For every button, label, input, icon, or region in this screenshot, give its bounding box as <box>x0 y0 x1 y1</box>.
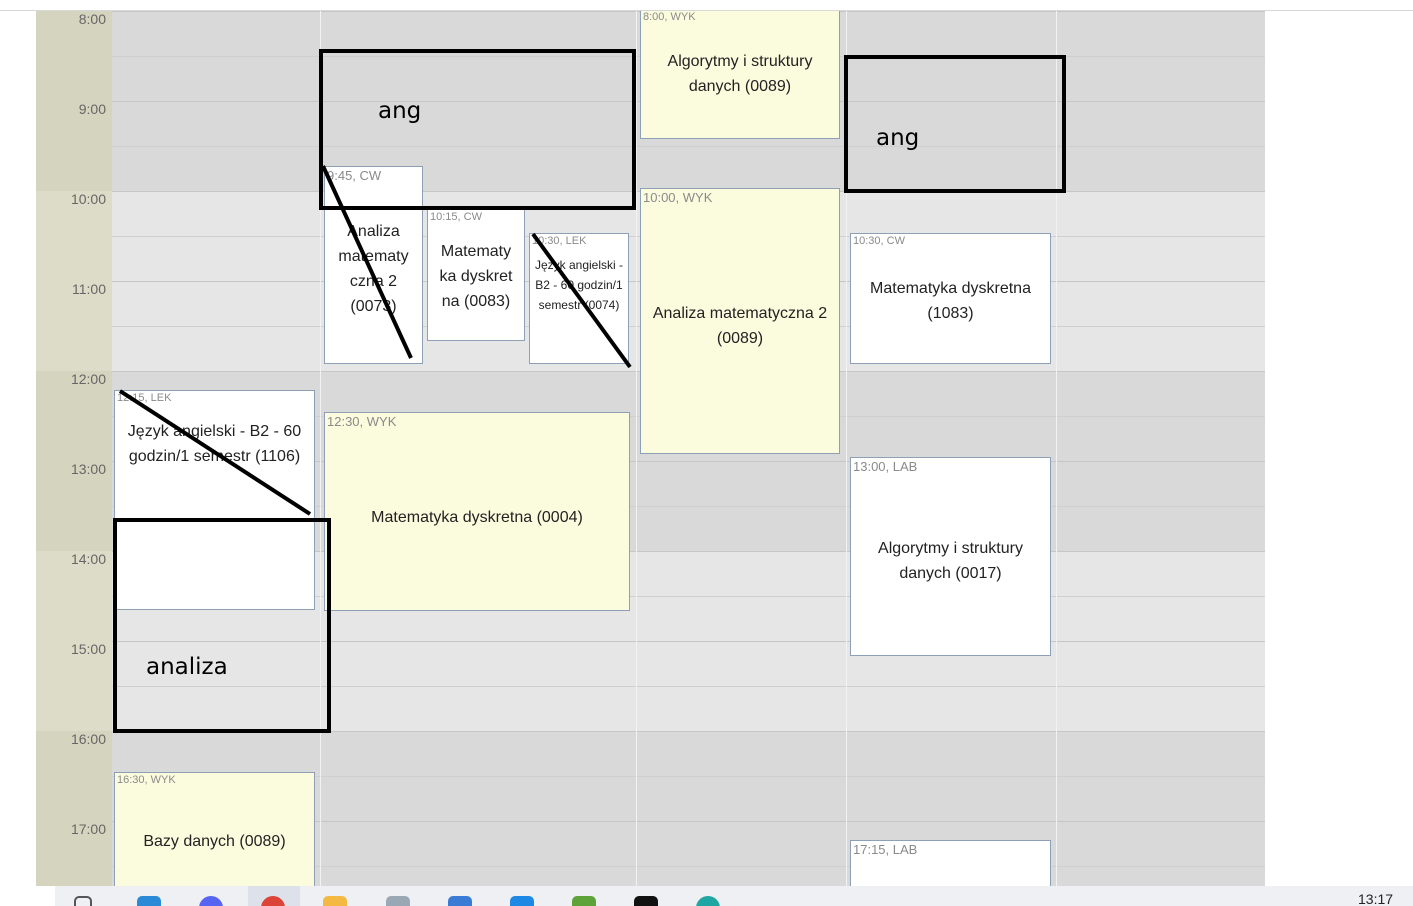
event-time: 10:15, CW <box>430 211 482 223</box>
event-title: Język angielski - B2 - 60 godzin/1 semes… <box>534 258 624 312</box>
day-separator <box>636 11 637 886</box>
event-title: Algorytmy i struktury danych (0089) <box>667 53 813 95</box>
event-matematyka-cw[interactable]: 10:15, CW Matematy ka dyskret na (0083) <box>427 209 525 341</box>
event-time: 10:30, LEK <box>532 235 587 247</box>
event-analiza-cw[interactable]: 9:45, CW Analiza matematy czna 2 (0073) <box>324 166 423 364</box>
edge-icon[interactable] <box>696 896 720 906</box>
event-title: Bazy danych (0089) <box>143 833 286 850</box>
event-matematyka-wyk[interactable]: 12:30, WYK Matematyka dyskretna (0004) <box>324 412 630 611</box>
grid-line <box>112 641 1265 642</box>
event-time: 13:00, LAB <box>853 459 918 474</box>
event-title: Matematy ka dyskret na (0083) <box>439 243 513 310</box>
grid-line <box>112 686 1265 687</box>
time-column: 8:00 9:00 10:00 11:00 12:00 13:00 14:00 … <box>36 11 112 886</box>
event-matematyka-dyskretna-cw[interactable]: 10:30, CW Matematyka dyskretna (1083) <box>850 233 1051 364</box>
weekly-timetable: 8:00 9:00 10:00 11:00 12:00 13:00 14:00 … <box>36 11 1265 886</box>
vscode-icon[interactable] <box>137 896 161 906</box>
event-title: Analiza matematyczna 2 (0089) <box>652 305 828 347</box>
grid-line <box>112 146 1265 147</box>
time-label-11: 11:00 <box>72 281 106 297</box>
day-separator <box>1056 11 1057 886</box>
media-icon[interactable] <box>634 896 658 906</box>
file-explorer-icon[interactable] <box>323 896 347 906</box>
notepad-icon[interactable] <box>386 896 410 906</box>
time-label-9: 9:00 <box>78 101 106 117</box>
day-separator <box>846 11 847 886</box>
event-time: 10:30, CW <box>853 235 905 247</box>
time-label-16: 16:00 <box>70 731 106 747</box>
time-label-12: 12:00 <box>70 371 106 387</box>
event-bazy-danych-wyk[interactable]: 16:30, WYK Bazy danych (0089) <box>114 772 315 886</box>
event-time: 12:15, LEK <box>117 392 172 404</box>
event-analiza-wyk[interactable]: 10:00, WYK Analiza matematyczna 2 (0089) <box>640 188 840 454</box>
event-algorytmy-lab[interactable]: 13:00, LAB Algorytmy i struktury danych … <box>850 457 1051 656</box>
time-label-8: 8:00 <box>78 11 106 27</box>
time-label-13: 13:00 <box>70 461 106 477</box>
desktop-window: 8:00 9:00 10:00 11:00 12:00 13:00 14:00 … <box>0 0 1413 906</box>
event-time: 8:00, WYK <box>643 11 696 23</box>
taskbar-clock[interactable]: 13:17 <box>1358 891 1393 906</box>
event-title: Algorytmy i struktury danych (0017) <box>878 540 1023 582</box>
info-icon[interactable] <box>510 896 534 906</box>
day-separator <box>320 11 321 886</box>
monitor-icon[interactable] <box>448 896 472 906</box>
event-time: 9:45, CW <box>327 168 382 183</box>
windows-icon[interactable] <box>74 896 92 906</box>
event-title: Matematyka dyskretna (1083) <box>870 280 1031 322</box>
taskbar: 13:17 <box>0 886 1413 906</box>
taskbar-start-area <box>0 886 55 906</box>
event-time: 12:30, WYK <box>327 414 397 429</box>
event-time: 10:00, WYK <box>643 190 713 205</box>
event-time: 17:15, LAB <box>853 842 918 857</box>
terminal-icon[interactable] <box>572 896 596 906</box>
event-algorytmy-wyk[interactable]: 8:00, WYK Algorytmy i struktury danych (… <box>640 11 840 139</box>
event-angielski-lek-2[interactable]: 12:15, LEK Język angielski - B2 - 60 god… <box>114 390 315 610</box>
time-label-17: 17:00 <box>70 821 106 837</box>
event-lab-1715[interactable]: 17:15, LAB <box>850 840 1051 886</box>
time-label-15: 15:00 <box>70 641 106 657</box>
event-angielski-lek[interactable]: 10:30, LEK Język angielski - B2 - 60 god… <box>529 233 629 364</box>
time-label-14: 14:00 <box>70 551 106 567</box>
event-time: 16:30, WYK <box>117 774 176 786</box>
event-title: Matematyka dyskretna (0004) <box>371 509 583 526</box>
discord-icon[interactable] <box>199 896 223 906</box>
event-title: Język angielski - B2 - 60 godzin/1 semes… <box>127 423 302 465</box>
grid-line <box>112 731 1265 732</box>
event-title: Analiza matematy czna 2 (0073) <box>338 223 409 315</box>
time-label-10: 10:00 <box>70 191 106 207</box>
